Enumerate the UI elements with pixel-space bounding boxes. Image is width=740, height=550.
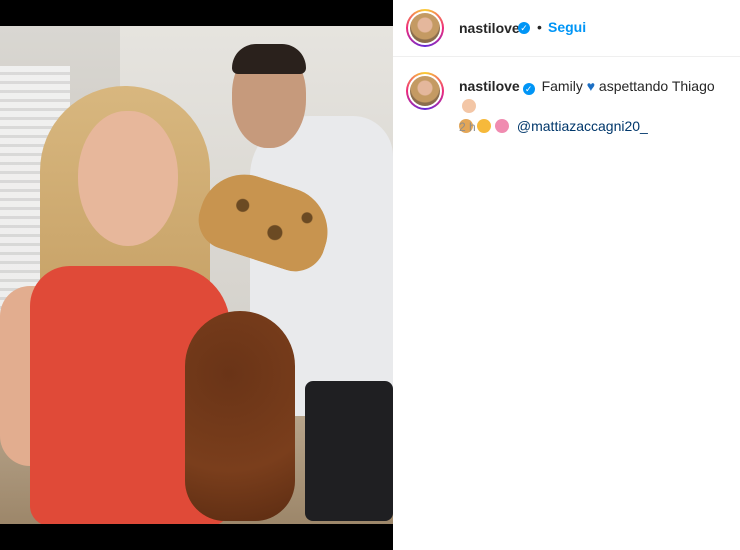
photo-dog — [185, 311, 295, 521]
baby-emoji-icon — [462, 99, 476, 113]
post-photo[interactable] — [0, 26, 393, 524]
caption-mention-link[interactable]: @mattiazaccagni20_ — [517, 118, 648, 134]
post-header: nastilove ✓ • Segui — [393, 0, 740, 56]
cat-face-emoji-icon — [477, 119, 491, 133]
caption-avatar[interactable] — [406, 72, 444, 110]
caption-username[interactable]: nastilove — [459, 78, 520, 94]
post-timestamp[interactable]: 2 h — [459, 120, 476, 134]
post-side-panel: nastilove ✓ • Segui nastilove ✓ Family ♥ … — [393, 0, 740, 550]
caption-text-waiting: aspettando Thiago — [598, 78, 715, 94]
avatar-ring-inner — [408, 74, 442, 108]
heart-hands-emoji-icon — [495, 119, 509, 133]
header-divider — [393, 56, 740, 57]
post-media-panel — [0, 0, 393, 550]
profile-avatar[interactable] — [406, 9, 444, 47]
follow-button[interactable]: Segui — [548, 19, 586, 35]
avatar-ring-inner — [408, 11, 442, 45]
verified-badge-icon: ✓ — [518, 22, 530, 34]
caption-body: nastilove ✓ Family ♥ aspettando Thiago @m… — [459, 76, 735, 136]
avatar-image — [410, 13, 440, 43]
photo-man-hair — [232, 44, 306, 74]
avatar-image — [410, 76, 440, 106]
photo-man-shorts — [305, 381, 393, 521]
header-username[interactable]: nastilove — [459, 20, 520, 36]
photo-woman-face — [78, 111, 178, 246]
verified-badge-icon: ✓ — [522, 83, 535, 95]
separator-dot: • — [537, 19, 542, 35]
blue-heart-icon: ♥ — [586, 78, 596, 94]
caption-text-family: Family — [541, 78, 583, 94]
